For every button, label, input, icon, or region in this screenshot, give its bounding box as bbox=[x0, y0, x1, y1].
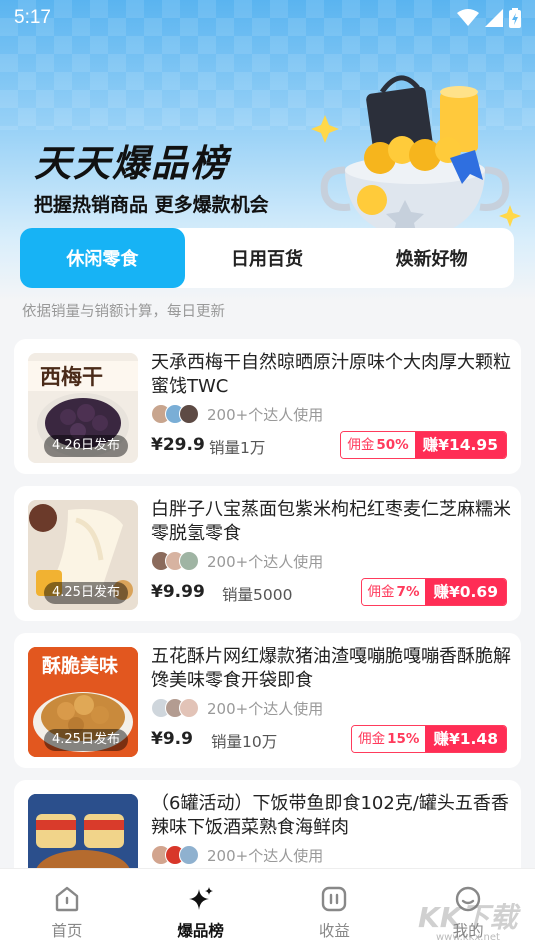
wifi-icon bbox=[457, 9, 479, 26]
commission-rate: 佣金 15% bbox=[352, 726, 426, 752]
nav-hot-list[interactable]: 爆品榜 bbox=[134, 869, 268, 951]
commission-label: 佣金 bbox=[358, 731, 386, 747]
usage-count: 200+个达人使用 bbox=[207, 552, 324, 571]
nav-label: 收益 bbox=[318, 922, 350, 940]
product-price: ¥9.9 bbox=[151, 729, 193, 749]
product-card[interactable]: 酥脆美味 4.25日发布 五花酥片网红爆款猪油渣嘎嘣脆嘎嘣香酥脆解馋美味零食开袋… bbox=[14, 633, 521, 768]
page-title: 天天爆品榜 bbox=[34, 142, 229, 185]
earn-amount: 赚¥14.95 bbox=[414, 432, 506, 458]
commission-badge[interactable]: 佣金 50% 赚¥14.95 bbox=[340, 431, 507, 459]
avatar bbox=[179, 845, 199, 865]
category-tabs: 休闲零食 日用百货 焕新好物 bbox=[20, 228, 514, 288]
thumb-caption: 西梅干 bbox=[40, 365, 103, 389]
watermark: KK下载 bbox=[418, 901, 518, 934]
tab-daily-goods[interactable]: 日用百货 bbox=[185, 228, 350, 288]
status-bar: 5:17 bbox=[0, 0, 535, 36]
nav-earnings[interactable]: 收益 bbox=[268, 869, 402, 951]
trophy-illustration-icon bbox=[311, 75, 521, 240]
influencer-usage: 200+个达人使用 bbox=[151, 403, 323, 425]
tab-new-goods[interactable]: 焕新好物 bbox=[349, 228, 514, 288]
product-title: 白胖子八宝蒸面包紫米枸杞红枣麦仁芝麻糯米零脱氢零食 bbox=[151, 499, 511, 544]
commission-percent: 15% bbox=[387, 731, 420, 747]
product-card[interactable]: 4.25日发布 白胖子八宝蒸面包紫米枸杞红枣麦仁芝麻糯米零脱氢零食 200+个达… bbox=[14, 486, 521, 621]
battery-icon bbox=[509, 8, 521, 28]
sparkle-icon bbox=[188, 887, 213, 910]
product-title: 五花酥片网红爆款猪油渣嘎嘣脆嘎嘣香酥脆解馋美味零食开袋即食 bbox=[151, 646, 511, 691]
sales-volume: 销量10万 bbox=[211, 733, 278, 751]
product-image: 酥脆美味 4.25日发布 bbox=[28, 647, 138, 757]
product-title: （6罐活动）下饭带鱼即食102克/罐头五香香辣味下饭酒菜熟食海鲜肉 bbox=[151, 793, 509, 838]
page-subtitle: 把握热销商品 更多爆款机会 bbox=[34, 194, 269, 216]
commission-percent: 50% bbox=[376, 437, 409, 453]
sales-volume: 销量1万 bbox=[209, 439, 266, 457]
earnings-icon bbox=[322, 886, 347, 912]
watermark-url: www.kkx.net bbox=[436, 932, 500, 943]
commission-badge[interactable]: 佣金 15% 赚¥1.48 bbox=[351, 725, 507, 753]
thumb-caption: 酥脆美味 bbox=[42, 655, 119, 677]
release-date: 4.25日发布 bbox=[44, 729, 128, 751]
influencer-usage: 200+个达人使用 bbox=[151, 844, 323, 866]
influencer-usage: 200+个达人使用 bbox=[151, 697, 323, 719]
commission-rate: 佣金 7% bbox=[361, 579, 426, 605]
product-title: 天承西梅干自然晾晒原汁原味个大肉厚大颗粒蜜饯TWC bbox=[151, 352, 511, 397]
commission-badge[interactable]: 佣金 7% 赚¥0.69 bbox=[360, 578, 507, 606]
usage-count: 200+个达人使用 bbox=[207, 846, 324, 865]
status-time: 5:17 bbox=[14, 7, 51, 28]
usage-count: 200+个达人使用 bbox=[207, 405, 324, 424]
product-image: 西梅干 4.26日发布 bbox=[28, 353, 138, 463]
earn-amount: 赚¥0.69 bbox=[425, 579, 506, 605]
release-date: 4.26日发布 bbox=[44, 435, 128, 457]
commission-label: 佣金 bbox=[367, 584, 395, 600]
commission-label: 佣金 bbox=[347, 437, 375, 453]
sales-volume: 销量5000 bbox=[222, 586, 293, 604]
earn-amount: 赚¥1.48 bbox=[425, 726, 506, 752]
ranking-note: 依据销量与销额计算，每日更新 bbox=[22, 304, 225, 320]
commission-percent: 7% bbox=[396, 584, 420, 600]
avatar bbox=[179, 551, 199, 571]
signal-icon bbox=[485, 9, 503, 27]
status-icons bbox=[457, 8, 521, 28]
commission-rate: 佣金 50% bbox=[341, 432, 415, 458]
nav-label: 爆品榜 bbox=[177, 922, 224, 940]
usage-count: 200+个达人使用 bbox=[207, 699, 324, 718]
avatar bbox=[179, 698, 199, 718]
tab-snacks[interactable]: 休闲零食 bbox=[20, 228, 185, 288]
product-price: ¥29.9 bbox=[151, 435, 205, 455]
avatar bbox=[179, 404, 199, 424]
nav-label: 首页 bbox=[51, 922, 83, 940]
home-icon bbox=[55, 886, 79, 912]
influencer-usage: 200+个达人使用 bbox=[151, 550, 323, 572]
product-price: ¥9.99 bbox=[151, 582, 205, 602]
product-image: 4.25日发布 bbox=[28, 500, 138, 610]
release-date: 4.25日发布 bbox=[44, 582, 128, 604]
nav-home[interactable]: 首页 bbox=[0, 869, 134, 951]
product-card[interactable]: 西梅干 4.26日发布 天承西梅干自然晾晒原汁原味个大肉厚大颗粒蜜饯TWC 20… bbox=[14, 339, 521, 474]
